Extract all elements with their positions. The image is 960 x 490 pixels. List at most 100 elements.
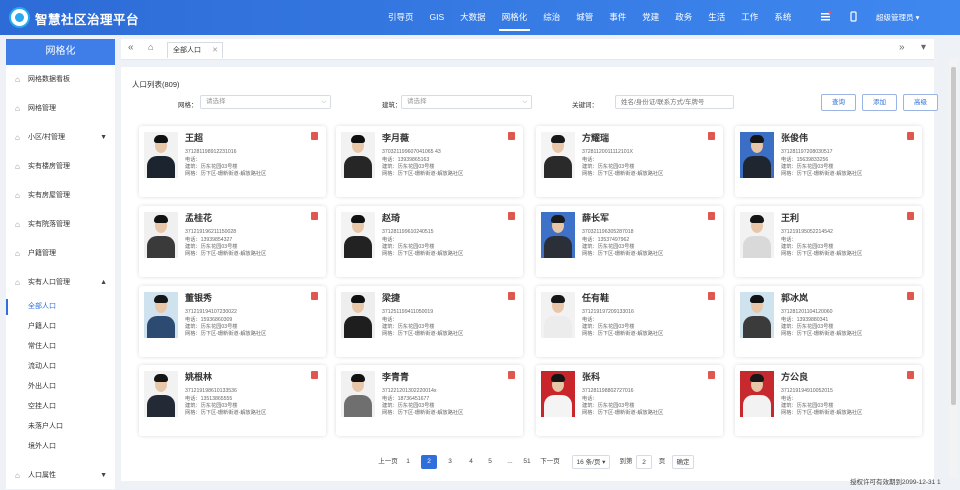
delete-icon[interactable] <box>508 132 515 140</box>
delete-icon[interactable] <box>708 371 715 379</box>
goto-confirm-button[interactable]: 确定 <box>672 455 694 469</box>
sidebar-subitem[interactable]: 境外人口 <box>6 437 115 457</box>
caret-down-icon[interactable]: ▼ <box>100 461 107 490</box>
sidebar-item[interactable]: ⌂ 小区/村管理 ▼ <box>6 123 115 152</box>
tabs-menu-button[interactable]: ▾ <box>921 42 926 53</box>
goto-page-input[interactable]: 2 <box>636 455 652 469</box>
photo-body <box>147 156 175 178</box>
person-card[interactable]: 薛长军 370321196305287018 电话：13537497962 建筑：历东… <box>536 206 723 277</box>
page-button[interactable]: 3 <box>442 455 458 469</box>
sidebar-subitem[interactable]: 全部人口 <box>6 297 115 317</box>
person-card[interactable]: 孟桂花 371219196211150028 电话：13939854327 建筑：历东… <box>139 206 326 277</box>
person-card[interactable]: 王利 371219195052214542 电话： 建筑：历东花园03号楼 网格：历下区… <box>735 206 922 277</box>
add-button[interactable]: 添加 <box>862 94 897 111</box>
sidebar-subitem[interactable]: 户籍人口 <box>6 317 115 337</box>
query-button[interactable]: 查询 <box>821 94 856 111</box>
page-button[interactable]: 5 <box>482 455 498 469</box>
topnav-item[interactable]: 工作 <box>733 0 766 35</box>
sidebar-item[interactable]: ⌂ 人口属性 ▼ <box>6 461 115 490</box>
person-card[interactable]: 任有鞋 371219197209133016 电话： 建筑：历东花园03号楼 网格：历下… <box>536 286 723 357</box>
page-button[interactable]: 51 <box>519 455 535 469</box>
topnav-item[interactable]: 引导页 <box>380 0 422 35</box>
hamburger-icon[interactable] <box>820 11 831 22</box>
page-button[interactable]: 1 <box>400 455 416 469</box>
phone-icon[interactable] <box>848 11 859 22</box>
delete-icon[interactable] <box>907 132 914 140</box>
advanced-button[interactable]: 高级 <box>903 94 938 111</box>
close-icon[interactable]: ✕ <box>212 43 218 58</box>
sidebar-subitem[interactable]: 未落户人口 <box>6 417 115 437</box>
keyword-input[interactable] <box>615 95 734 109</box>
scrollbar-thumb[interactable] <box>951 67 956 405</box>
topnav-item[interactable]: 事件 <box>601 0 634 35</box>
delete-icon[interactable] <box>508 371 515 379</box>
sidebar-subitem[interactable]: 外出人口 <box>6 377 115 397</box>
person-card[interactable]: 方公良 371219194910052015 电话： 建筑：历东花园03号楼 网格：历下… <box>735 365 922 436</box>
person-card[interactable]: 张俊伟 371281197208030517 电话：15639833256 建筑：历东… <box>735 126 922 197</box>
person-id: 371221201302220014x <box>382 388 437 394</box>
delete-icon[interactable] <box>907 292 914 300</box>
next-page-button[interactable]: 下一页 <box>539 455 561 469</box>
grid-select[interactable]: 请选择 ⌵ <box>200 95 331 109</box>
user-menu[interactable]: 超级管理员 ▾ <box>876 12 919 23</box>
person-card[interactable]: 李月薇 370321199607041065 43 电话：13939865163 建筑… <box>336 126 523 197</box>
delete-icon[interactable] <box>708 132 715 140</box>
person-card[interactable]: 李青青 371221201302220014x 电话：18736451677 建筑：历… <box>336 365 523 436</box>
person-card[interactable]: 董银秀 371219194107230022 电话：15936860309 建筑：历东… <box>139 286 326 357</box>
topnav-item[interactable]: 综治 <box>535 0 568 35</box>
tabs-prev-button[interactable]: « <box>128 42 134 53</box>
delete-icon[interactable] <box>907 371 914 379</box>
sidebar-subitem[interactable]: 常住人口 <box>6 337 115 357</box>
topnav-item[interactable]: 党建 <box>634 0 667 35</box>
building-select[interactable]: 请选择 ⌵ <box>401 95 532 109</box>
delete-icon[interactable] <box>708 292 715 300</box>
person-card[interactable]: 张科 371281198802727016 电话： 建筑：历东花园03号楼 网格：历下区… <box>536 365 723 436</box>
topnav-item[interactable]: GIS <box>422 0 453 35</box>
person-card[interactable]: 梁捷 371251199411050019 电话： 建筑：历东花园03号楼 网格：历下区… <box>336 286 523 357</box>
topnav-item[interactable]: 大数据 <box>452 0 494 35</box>
page-button[interactable]: 2 <box>421 455 437 469</box>
delete-icon[interactable] <box>907 212 914 220</box>
caret-down-icon[interactable]: ▼ <box>100 123 107 152</box>
person-card[interactable]: 方耀瑞 37281120011112101X 电话： 建筑：历东花园03号楼 网格：历下… <box>536 126 723 197</box>
topnav-item[interactable]: 生活 <box>700 0 733 35</box>
scrollbar[interactable] <box>949 58 958 478</box>
delete-icon[interactable] <box>508 292 515 300</box>
tab-all-population[interactable]: 全部人口 ✕ <box>167 42 223 58</box>
delete-icon[interactable] <box>311 371 318 379</box>
delete-icon[interactable] <box>311 212 318 220</box>
topnav-item[interactable]: 政务 <box>667 0 700 35</box>
sidebar-item[interactable]: ⌂ 网格管理 <box>6 94 115 123</box>
delete-icon[interactable] <box>311 292 318 300</box>
caret-up-icon[interactable]: ▲ <box>100 268 107 297</box>
delete-icon[interactable] <box>708 212 715 220</box>
topnav-item[interactable]: 网格化 <box>494 0 536 35</box>
sidebar-item[interactable]: ⌂ 实有房屋管理 <box>6 181 115 210</box>
sidebar-subitem[interactable]: 空挂人口 <box>6 397 115 417</box>
photo-hair <box>351 374 365 382</box>
sidebar-item[interactable]: ⌂ 实有人口管理 ▲ <box>6 268 115 297</box>
delete-icon[interactable] <box>508 212 515 220</box>
person-card[interactable]: 姚根林 371219198610133536 电话：13513865555 建筑：历东… <box>139 365 326 436</box>
prev-page-button[interactable]: 上一页 <box>377 455 399 469</box>
sidebar-item[interactable]: ⌂ 实有楼房管理 <box>6 152 115 181</box>
person-photo <box>740 212 774 258</box>
person-phone: 电话： <box>582 317 598 323</box>
person-card[interactable]: 郭冰岚 371281201104120060 电话：13939880341 建筑：历东… <box>735 286 922 357</box>
person-grid: 网格：历下区-珊新街道-解放路社区 <box>582 331 664 337</box>
person-card[interactable]: 王超 371281198912231016 电话： 建筑：历东花园03号楼 网格：历下区… <box>139 126 326 197</box>
tabs-next-button[interactable]: » <box>899 42 905 53</box>
sidebar-item[interactable]: ⌂ 网格数据看板 <box>6 65 115 94</box>
sidebar-item[interactable]: ⌂ 户籍管理 <box>6 239 115 268</box>
topnav-item[interactable]: 城管 <box>568 0 601 35</box>
page-button[interactable]: 4 <box>463 455 479 469</box>
home-icon[interactable]: ⌂ <box>148 42 153 52</box>
person-building: 建筑：历东花园03号楼 <box>582 324 635 330</box>
person-card[interactable]: 赵琦 371281199610240515 电话： 建筑：历东花园03号楼 网格：历下区… <box>336 206 523 277</box>
delete-icon[interactable] <box>311 132 318 140</box>
sidebar-subitem[interactable]: 流动人口 <box>6 357 115 377</box>
sidebar-item[interactable]: ⌂ 实有院落管理 <box>6 210 115 239</box>
home-icon: ⌂ <box>15 220 20 229</box>
page-size-select[interactable]: 16 条/页 ▾ <box>572 455 610 469</box>
topnav-item[interactable]: 系统 <box>766 0 799 35</box>
